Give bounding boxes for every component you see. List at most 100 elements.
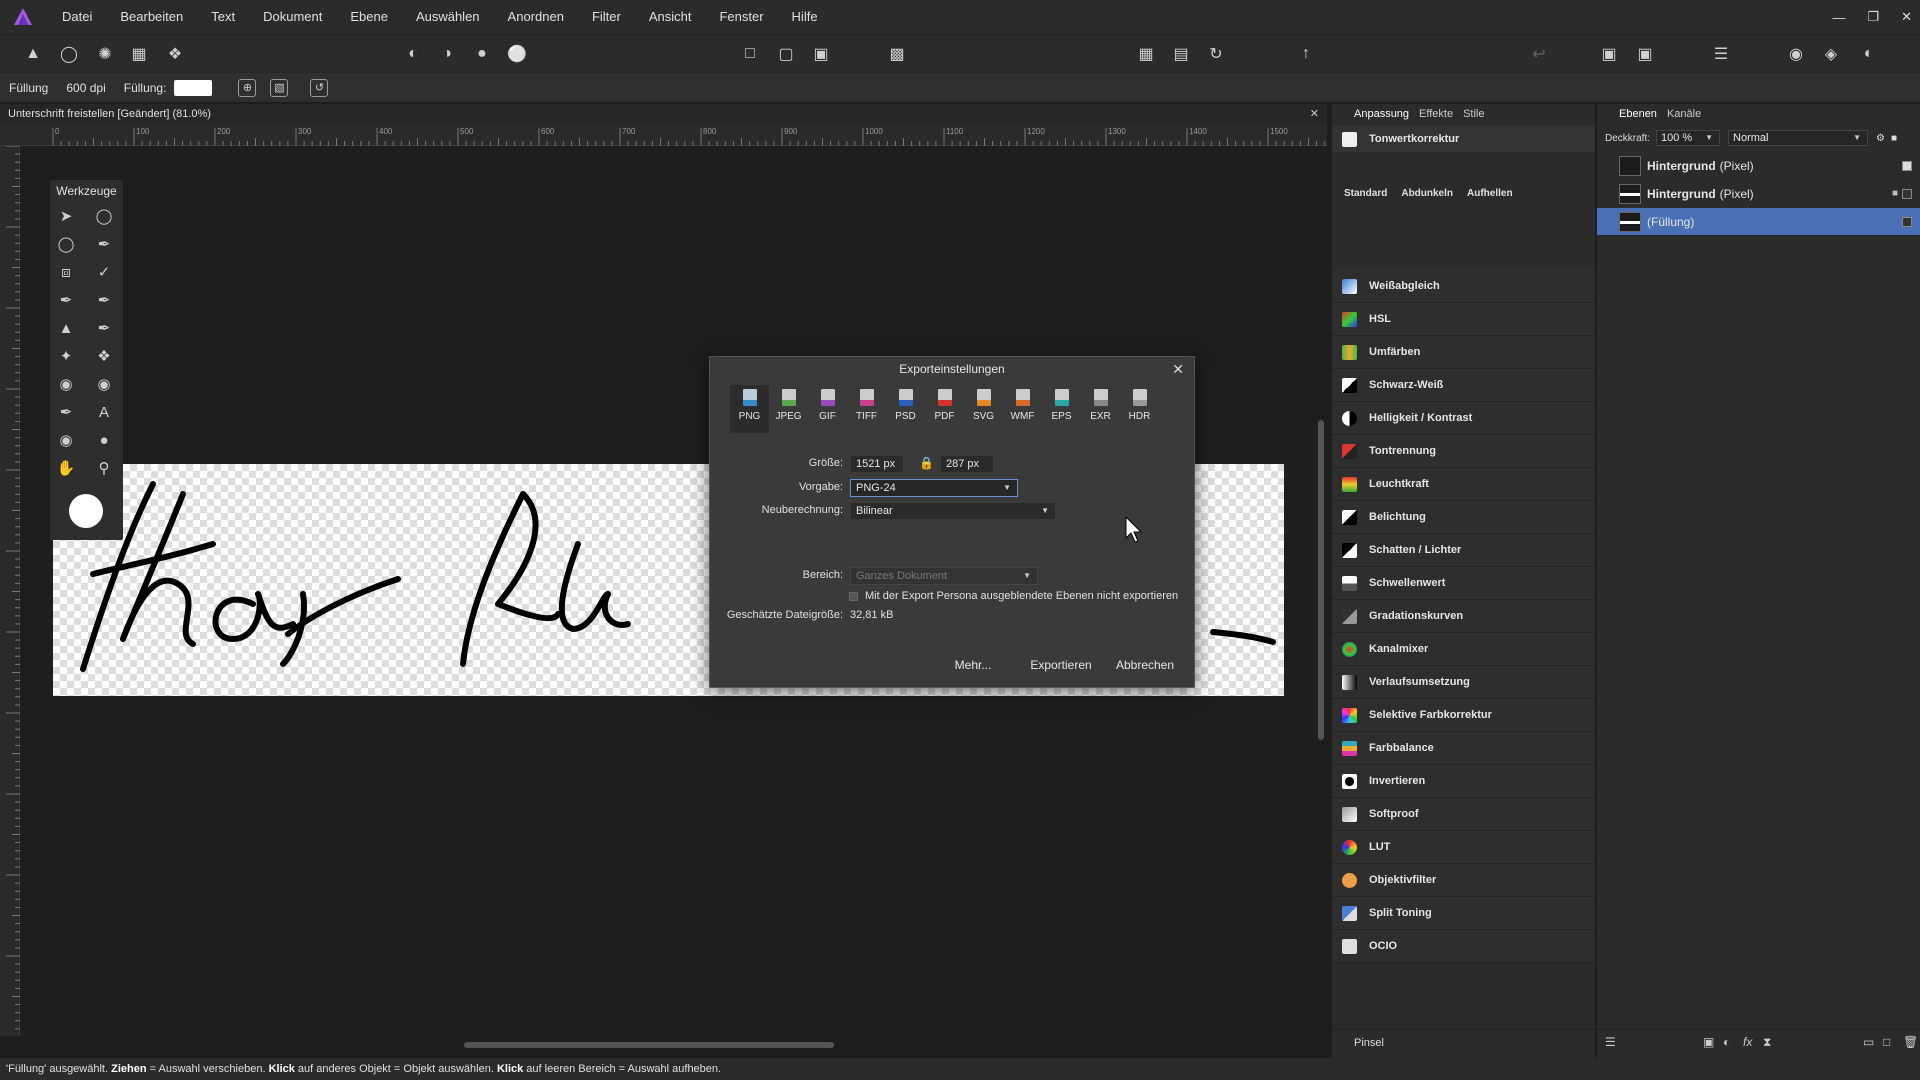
layer-row[interactable]: Hintergrund (Pixel) ■: [1597, 180, 1920, 207]
boolean-intersect-icon[interactable]: ◖: [1856, 43, 1878, 65]
mask-icon[interactable]: ▣: [1703, 1035, 1714, 1049]
adjustment-vibrance[interactable]: Leuchtkraft: [1332, 468, 1595, 501]
live-filter-icon[interactable]: ⧗: [1763, 1035, 1771, 1050]
hand-tool-icon[interactable]: ✋: [54, 456, 78, 480]
adjustment-white-balance[interactable]: Weißabgleich: [1332, 270, 1595, 303]
healing-brush-icon[interactable]: ❖: [92, 344, 116, 368]
minimize-icon[interactable]: —: [1832, 10, 1845, 25]
adjustment-selective-color[interactable]: Selektive Farbkorrektur: [1332, 699, 1595, 732]
deselect-icon[interactable]: ▢: [775, 43, 797, 65]
adjustment-posterize[interactable]: Tontrennung: [1332, 435, 1595, 468]
rect-selection-icon[interactable]: □: [739, 43, 761, 65]
align-icon[interactable]: ▤: [1170, 43, 1192, 65]
hidden-layers-checkbox[interactable]: [849, 592, 858, 601]
preset-dropdown[interactable]: PNG-24 ▼: [850, 479, 1018, 497]
tab-effekte[interactable]: Effekte: [1419, 108, 1453, 120]
tab-kanaele[interactable]: Kanäle: [1667, 108, 1701, 120]
clone-stamp-icon[interactable]: ▲: [54, 316, 78, 340]
format-jpeg[interactable]: JPEG: [769, 385, 808, 433]
adjustment-shadows-highlights[interactable]: Schatten / Lichter: [1332, 534, 1595, 567]
format-png[interactable]: PNG: [730, 385, 769, 433]
export-button[interactable]: Exportieren: [1020, 655, 1102, 675]
layer-visibility-checkbox[interactable]: [1902, 216, 1912, 227]
menu-ansicht[interactable]: Ansicht: [635, 0, 706, 34]
affinity-photo-logo-icon[interactable]: [12, 6, 34, 28]
transform-icon[interactable]: ↻: [1205, 43, 1227, 65]
lock-icon[interactable]: 🔒: [919, 456, 934, 470]
cancel-button[interactable]: Abbrechen: [1107, 655, 1183, 675]
tab-ebenen[interactable]: Ebenen: [1619, 108, 1657, 120]
zoom-tool-icon[interactable]: ⚲: [92, 456, 116, 480]
opacity-field[interactable]: 100 % ▼: [1656, 130, 1721, 146]
lasso-tool-icon[interactable]: ◯: [54, 232, 78, 256]
adjustment-icon[interactable]: ◐: [1723, 1035, 1730, 1049]
layer-row[interactable]: Hintergrund (Pixel): [1597, 152, 1920, 179]
menu-auswaehlen[interactable]: Auswählen: [402, 0, 494, 34]
adjustment-lens-filter[interactable]: Objektivfilter: [1332, 864, 1595, 897]
paint-brush-icon[interactable]: ✒: [54, 288, 78, 312]
trash-icon[interactable]: 🗑: [1903, 1035, 1918, 1049]
height-field[interactable]: 287 px: [940, 455, 994, 473]
menu-filter[interactable]: Filter: [578, 0, 635, 34]
adjustment-exposure[interactable]: Belichtung: [1332, 501, 1595, 534]
vertical-scrollbar[interactable]: [1318, 420, 1324, 740]
adjustment-soft-proof[interactable]: Softproof: [1332, 798, 1595, 831]
menu-anordnen[interactable]: Anordnen: [494, 0, 578, 34]
text-tool-icon[interactable]: A: [92, 400, 116, 424]
dodge-tool-icon[interactable]: ✦: [54, 344, 78, 368]
export-persona-icon[interactable]: ❖: [164, 43, 186, 65]
adjustment-split-toning[interactable]: Split Toning: [1332, 897, 1595, 930]
format-hdr[interactable]: HDR: [1120, 385, 1159, 433]
layer-visibility-checkbox[interactable]: [1902, 160, 1912, 171]
menu-ebene[interactable]: Ebene: [336, 0, 402, 34]
preset-aufhellen[interactable]: Aufhellen: [1467, 188, 1513, 199]
boolean-subtract-icon[interactable]: ◈: [1820, 43, 1842, 65]
format-tiff[interactable]: TIFF: [847, 385, 886, 433]
adjustment-hsl[interactable]: HSL: [1332, 303, 1595, 336]
menu-datei[interactable]: Datei: [48, 0, 106, 34]
preset-abdunkeln[interactable]: Abdunkeln: [1401, 188, 1453, 199]
primary-color-swatch[interactable]: [69, 494, 103, 528]
format-gif[interactable]: GIF: [808, 385, 847, 433]
adjustment-color-balance[interactable]: Farbbalance: [1332, 732, 1595, 765]
move-back-icon[interactable]: ↩: [1528, 43, 1550, 65]
crosshair-icon[interactable]: ⊕: [238, 78, 257, 97]
adjustment-channel-mixer[interactable]: Kanalmixer: [1332, 633, 1595, 666]
adjustment-black-white[interactable]: Schwarz-Weiß: [1332, 369, 1595, 402]
close-window-icon[interactable]: ✕: [1901, 9, 1912, 25]
shape-tool-icon[interactable]: ●: [92, 428, 116, 452]
format-exr[interactable]: EXR: [1081, 385, 1120, 433]
document-tab[interactable]: Unterschrift freistellen [Geändert] (81.…: [0, 104, 1327, 124]
blur-tool-icon[interactable]: ◉: [54, 372, 78, 396]
format-eps[interactable]: EPS: [1042, 385, 1081, 433]
adjustment-levels[interactable]: Tonwertkorrektur: [1332, 126, 1595, 152]
undo-brush-icon[interactable]: ✒: [92, 316, 116, 340]
more-button[interactable]: Mehr...: [940, 655, 1006, 675]
adjustment-threshold[interactable]: Schwellenwert: [1332, 567, 1595, 600]
adjustment-gradient-map[interactable]: Verlaufsumsetzung: [1332, 666, 1595, 699]
menu-fenster[interactable]: Fenster: [705, 0, 777, 34]
tab-anpassung[interactable]: Anpassung: [1354, 108, 1409, 120]
format-psd[interactable]: PSD: [886, 385, 925, 433]
reset-icon[interactable]: ↺: [310, 78, 329, 97]
view-tool-icon[interactable]: ◯: [92, 204, 116, 228]
preset-standard[interactable]: Standard: [1344, 188, 1387, 199]
adjustment-curves[interactable]: Gradationskurven: [1332, 600, 1595, 633]
format-pdf[interactable]: PDF: [925, 385, 964, 433]
boolean-add-icon[interactable]: ◉: [1785, 43, 1807, 65]
format-wmf[interactable]: WMF: [1003, 385, 1042, 433]
assistant-icon[interactable]: ↑: [1295, 43, 1317, 65]
align-left-icon[interactable]: ☰: [1710, 43, 1732, 65]
color-picker-icon[interactable]: ✓: [92, 260, 116, 284]
arrange-front-icon[interactable]: ▣: [1634, 43, 1656, 65]
brushes-tab[interactable]: Pinsel: [1332, 1029, 1595, 1055]
fill-tool-icon[interactable]: ◉: [54, 428, 78, 452]
arrange-back-icon[interactable]: ▣: [1598, 43, 1620, 65]
gear-icon[interactable]: ⚙: [1876, 133, 1885, 144]
photo-persona-icon[interactable]: ▲: [22, 43, 44, 65]
adjustment-recolor[interactable]: Umfärben: [1332, 336, 1595, 369]
area-dropdown[interactable]: Ganzes Dokument ▼: [850, 567, 1038, 585]
horizontal-scrollbar[interactable]: [464, 1042, 834, 1048]
crop-tool-icon[interactable]: ⧈: [54, 260, 78, 284]
liquify-persona-icon[interactable]: ◯: [58, 43, 80, 65]
